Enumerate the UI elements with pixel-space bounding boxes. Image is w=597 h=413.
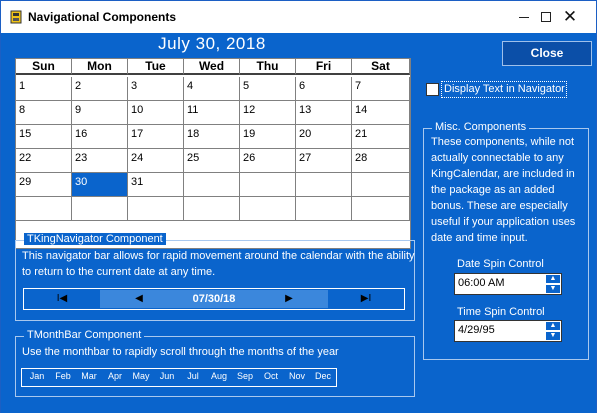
monthbar-description: Use the monthbar to rapidly scroll throu… (22, 346, 339, 358)
calendar-day-cell[interactable]: 26 (240, 149, 296, 173)
spin-up-icon[interactable]: ▲ (545, 274, 561, 284)
month-item[interactable]: Jan (24, 371, 50, 381)
calendar-empty-cell (184, 197, 240, 221)
spin-up-icon[interactable]: ▲ (545, 321, 561, 331)
calendar-day-cell[interactable]: 2 (72, 77, 128, 101)
month-item[interactable]: May (128, 371, 154, 381)
time-spin-label: Time Spin Control (457, 306, 545, 318)
misc-group-label: Misc. Components (432, 121, 530, 133)
calendar-day-cell[interactable]: 9 (72, 101, 128, 125)
month-item[interactable]: Feb (50, 371, 76, 381)
calendar-empty-cell (128, 197, 184, 221)
navigator-date: 07/30/18 (192, 293, 236, 305)
weekday-header: Tue (128, 59, 184, 75)
calendar-empty-cell (296, 173, 352, 197)
title-bar: Navigational Components ✕ (1, 1, 596, 33)
calendar-day-cell[interactable]: 20 (296, 125, 352, 149)
calendar-day-cell[interactable]: 1 (16, 77, 72, 101)
weekday-header: Sun (16, 59, 72, 75)
display-text-checkbox-label[interactable]: Display Text in Navigator (441, 81, 567, 98)
spin-down-icon[interactable]: ▼ (545, 331, 561, 341)
calendar-day-cell[interactable]: 16 (72, 125, 128, 149)
calendar-day-cell[interactable]: 8 (16, 101, 72, 125)
date-spin-control[interactable]: 06:00 AM ▲ ▼ (454, 273, 562, 295)
client-area: July 30, 2018 Sun Mon Tue Wed Thu Fri Sat 1 2 3 4 5… (1, 33, 596, 413)
calendar-day-cell[interactable]: 23 (72, 149, 128, 173)
calendar-day-cell[interactable]: 15 (16, 125, 72, 149)
monthbar-group-label: TMonthBar Component (24, 329, 145, 341)
calendar-empty-cell (296, 197, 352, 221)
app-icon (10, 10, 22, 24)
calendar-empty-cell (184, 173, 240, 197)
calendar-day-cell[interactable]: 22 (16, 149, 72, 173)
date-spin-value[interactable]: 06:00 AM (458, 277, 504, 289)
calendar-day-cell[interactable]: 24 (128, 149, 184, 173)
calendar-grid: Sun Mon Tue Wed Thu Fri Sat 1 2 3 4 5 6 7 8 9 10 11 12 13 14… (15, 58, 411, 249)
close-button[interactable]: Close (502, 41, 592, 66)
month-item[interactable]: Oct (258, 371, 284, 381)
weekday-header: Mon (72, 59, 128, 75)
calendar-day-cell[interactable]: 30 (72, 173, 128, 197)
calendar-empty-cell (16, 197, 72, 221)
calendar-day-cell[interactable]: 27 (296, 149, 352, 173)
month-item[interactable]: Jul (180, 371, 206, 381)
calendar-day-cell[interactable]: 12 (240, 101, 296, 125)
time-spin-value[interactable]: 4/29/95 (458, 324, 495, 336)
calendar-day-cell[interactable]: 5 (240, 77, 296, 101)
month-item[interactable]: Jun (154, 371, 180, 381)
minimize-icon[interactable] (519, 17, 529, 18)
calendar-day-cell[interactable]: 28 (352, 149, 410, 173)
calendar-empty-cell (72, 197, 128, 221)
calendar-day-cell[interactable]: 7 (352, 77, 410, 101)
last-icon[interactable]: ▶I (354, 290, 378, 308)
calendar-day-cell[interactable]: 21 (352, 125, 410, 149)
calendar-day-cell[interactable]: 11 (184, 101, 240, 125)
calendar-day-cell[interactable]: 29 (16, 173, 72, 197)
calendar-day-cell[interactable]: 10 (128, 101, 184, 125)
calendar-empty-cell (352, 173, 410, 197)
spin-down-icon[interactable]: ▼ (545, 284, 561, 294)
calendar-day-cell[interactable]: 18 (184, 125, 240, 149)
month-item[interactable]: Mar (76, 371, 102, 381)
weekday-header: Sat (352, 59, 410, 75)
calendar-day-cell[interactable]: 19 (240, 125, 296, 149)
display-text-checkbox[interactable] (426, 83, 439, 96)
month-item[interactable]: Nov (284, 371, 310, 381)
main-window: Navigational Components ✕ July 30, 2018 … (0, 0, 597, 413)
calendar-day-cell[interactable]: 3 (128, 77, 184, 101)
calendar-title: July 30, 2018 (158, 34, 266, 53)
month-item[interactable]: Apr (102, 371, 128, 381)
misc-description: These components, while not actually con… (431, 136, 576, 244)
next-icon[interactable]: ▶ (277, 290, 301, 308)
calendar-day-cell[interactable]: 25 (184, 149, 240, 173)
calendar-day-cell[interactable]: 14 (352, 101, 410, 125)
prev-icon[interactable]: ◀ (127, 290, 151, 308)
calendar-day-cell[interactable]: 4 (184, 77, 240, 101)
month-item[interactable]: Dec (310, 371, 336, 381)
calendar-day-cell[interactable]: 31 (128, 173, 184, 197)
month-item[interactable]: Aug (206, 371, 232, 381)
navigator-description: This navigator bar allows for rapid move… (22, 250, 415, 278)
first-icon[interactable]: I◀ (50, 290, 74, 308)
calendar-day-cell[interactable]: 17 (128, 125, 184, 149)
calendar-empty-cell (240, 173, 296, 197)
calendar-day-cell[interactable]: 13 (296, 101, 352, 125)
month-item[interactable]: Sep (232, 371, 258, 381)
navigator-group-label: TKingNavigator Component (24, 233, 166, 245)
weekday-header: Thu (240, 59, 296, 75)
weekday-header: Wed (184, 59, 240, 75)
weekday-header: Fri (296, 59, 352, 75)
navigator-bar: I◀ ◀ 07/30/18 ▶ ▶I (23, 288, 405, 310)
month-bar: Jan Feb Mar Apr May Jun Jul Aug Sep Oct Nov Dec (21, 368, 337, 387)
window-title: Navigational Components (28, 10, 177, 24)
date-spin-label: Date Spin Control (457, 258, 544, 270)
close-window-icon[interactable]: ✕ (547, 1, 593, 33)
calendar-empty-cell (240, 197, 296, 221)
calendar-day-cell[interactable]: 6 (296, 77, 352, 101)
time-spin-control[interactable]: 4/29/95 ▲ ▼ (454, 320, 562, 342)
calendar-empty-cell (352, 197, 410, 221)
